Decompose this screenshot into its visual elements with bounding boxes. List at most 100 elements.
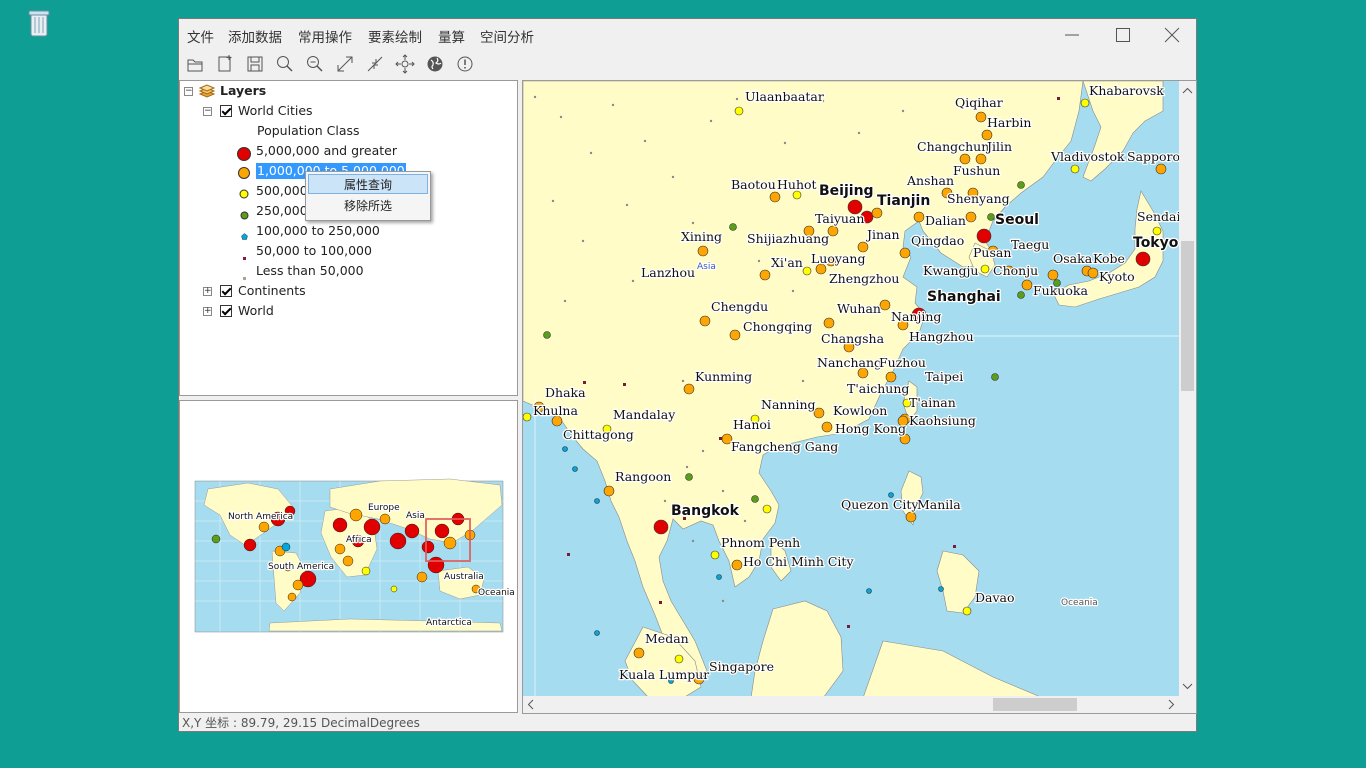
- context-menu: 属性查询 移除所选: [305, 171, 431, 221]
- class-label-250k[interactable]: 250,000: [256, 203, 308, 219]
- zoom-in-icon[interactable]: [274, 53, 296, 75]
- pan-icon[interactable]: [394, 53, 416, 75]
- class-label-500k[interactable]: 500,000: [256, 183, 308, 199]
- continents-checkbox[interactable]: [220, 285, 232, 297]
- city-label: Anshan: [906, 173, 954, 188]
- map-vertical-scrollbar[interactable]: [1179, 81, 1196, 698]
- menu-spatial-analysis[interactable]: 空间分析: [480, 26, 534, 46]
- city-label: Medan: [645, 631, 689, 646]
- full-extent-icon[interactable]: [334, 53, 356, 75]
- layer-world-cities[interactable]: World Cities: [238, 103, 313, 119]
- expand-world-toggle[interactable]: +: [203, 307, 212, 316]
- city-label: Fukuoka: [1033, 283, 1088, 298]
- major-city-label: Beijing: [819, 183, 874, 199]
- city-label: Changchun: [917, 139, 989, 154]
- class-swatch-1m-icon: [237, 166, 251, 183]
- city-label: Nanning: [761, 397, 816, 412]
- recycle-bin-icon[interactable]: [24, 6, 54, 40]
- map-horizontal-scrollbar[interactable]: [523, 696, 1179, 713]
- city-label: Taegu: [1011, 237, 1049, 252]
- city-label: Ho Chi Minh City: [743, 554, 854, 569]
- world-cities-checkbox[interactable]: [220, 105, 232, 117]
- class-label-50k[interactable]: 50,000 to 100,000: [256, 243, 372, 259]
- layers-root-icon: [198, 84, 216, 103]
- new-icon[interactable]: [214, 53, 236, 75]
- class-swatch-100k-icon: [241, 229, 248, 243]
- city-label: Kaohsiung: [909, 413, 976, 428]
- city-label: Taipei: [925, 369, 963, 384]
- major-city-label: Bangkok: [671, 503, 740, 519]
- save-icon[interactable]: [244, 53, 266, 75]
- expand-continents-toggle[interactable]: +: [203, 287, 212, 296]
- ov-label-south-america: South America: [268, 562, 334, 572]
- city-label: Chonju: [993, 263, 1038, 278]
- city-label: Quezon City: [841, 497, 919, 512]
- city-label: Chittagong: [563, 427, 634, 442]
- ov-label-north-america: North America: [228, 512, 293, 522]
- city-label: Fushun: [953, 163, 1000, 178]
- city-label: Kobe: [1093, 251, 1125, 266]
- city-label: Sapporo: [1127, 149, 1179, 164]
- minimize-button[interactable]: [1057, 24, 1087, 46]
- city-label: Kowloon: [833, 403, 887, 418]
- overview-map[interactable]: North America Europe Asia Africa South A…: [179, 400, 518, 713]
- city-label: Khabarovsk: [1089, 83, 1164, 98]
- menu-file[interactable]: 文件: [187, 26, 214, 46]
- identify-icon[interactable]: [454, 53, 476, 75]
- map-canvas[interactable]: Ulaanbaatar Qiqihar Harbin Khabarovsk Ch…: [523, 81, 1179, 698]
- globe-icon[interactable]: [424, 53, 446, 75]
- city-label: Fuzhou: [879, 355, 926, 370]
- close-button[interactable]: [1157, 24, 1187, 46]
- menu-add-data[interactable]: 添加数据: [228, 26, 282, 46]
- ov-label-africa: Africa: [346, 535, 372, 545]
- layer-world[interactable]: World: [238, 303, 274, 319]
- city-label: Rangoon: [615, 469, 671, 484]
- city-label: Lanzhou: [641, 265, 695, 280]
- context-menu-attribute-query[interactable]: 属性查询: [308, 174, 428, 194]
- class-swatch-500k-icon: [239, 188, 249, 202]
- major-city-label: Seoul: [995, 212, 1039, 228]
- context-menu-remove-selected[interactable]: 移除所选: [308, 196, 428, 216]
- class-label-5m[interactable]: 5,000,000 and greater: [256, 143, 397, 159]
- collapse-root-toggle[interactable]: −: [184, 87, 193, 96]
- ov-label-oceania: Oceania: [478, 588, 515, 598]
- city-label: Kunming: [695, 369, 752, 384]
- city-label: Kwangju: [923, 263, 978, 278]
- city-label: Hanoi: [733, 417, 771, 432]
- collapse-world-cities-toggle[interactable]: −: [203, 107, 212, 116]
- zoom-out-icon[interactable]: [304, 53, 326, 75]
- city-label: Davao: [975, 590, 1015, 605]
- city-label: Mandalay: [613, 407, 676, 422]
- city-label: Nanjing: [891, 309, 941, 324]
- menu-feature-draw[interactable]: 要素绘制: [368, 26, 422, 46]
- world-checkbox[interactable]: [220, 305, 232, 317]
- city-label: Huhot: [777, 177, 817, 192]
- major-city-label: Tokyo: [1133, 235, 1179, 251]
- city-label: Hong Kong: [835, 421, 906, 436]
- toolbar: [179, 49, 1196, 79]
- class-swatch-5m-icon: [236, 146, 252, 165]
- class-swatch-small-icon: [243, 270, 247, 284]
- class-label-small[interactable]: Less than 50,000: [256, 263, 364, 279]
- menu-measure[interactable]: 量算: [438, 26, 465, 46]
- open-icon[interactable]: [184, 53, 206, 75]
- class-swatch-250k-icon: [240, 209, 249, 223]
- city-label: Dalian: [925, 213, 966, 228]
- city-label: Kuala Lumpur: [619, 667, 709, 682]
- class-label-100k[interactable]: 100,000 to 250,000: [256, 223, 380, 239]
- major-city-label: Tianjin: [877, 193, 930, 209]
- city-label: Shenyang: [947, 191, 1010, 206]
- city-label: Nanchang: [817, 355, 882, 370]
- maximize-button[interactable]: [1108, 24, 1138, 46]
- city-label: Shijiazhuang: [747, 231, 829, 246]
- city-label: Luoyang: [811, 251, 865, 266]
- menu-common-ops[interactable]: 常用操作: [298, 26, 352, 46]
- major-city-label: Shanghai: [927, 289, 1001, 305]
- city-label: Pusan: [973, 245, 1011, 260]
- layer-continents[interactable]: Continents: [238, 283, 306, 299]
- city-label: Singapore: [709, 659, 774, 674]
- population-class-field: Population Class: [257, 123, 360, 138]
- main-map-view[interactable]: Ulaanbaatar Qiqihar Harbin Khabarovsk Ch…: [522, 80, 1197, 714]
- region-label-asia: Asia: [697, 262, 716, 272]
- fixed-zoom-icon[interactable]: [364, 53, 386, 75]
